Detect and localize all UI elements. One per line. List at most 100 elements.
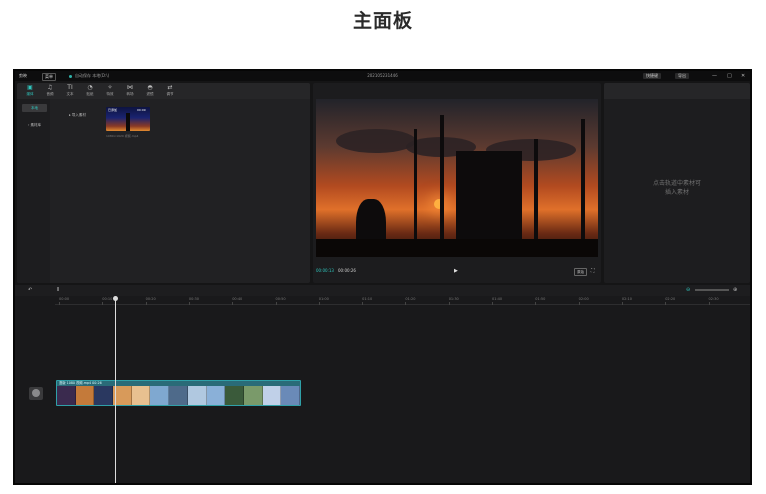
tool-label: 贴纸 (86, 92, 94, 96)
undo-icon[interactable]: ↶ (28, 285, 32, 296)
tower-shape (126, 113, 130, 131)
close-icon[interactable]: ✕ (741, 71, 745, 81)
clip-frame (169, 386, 188, 405)
tool-sticker[interactable]: ◔ 贴纸 (81, 84, 99, 96)
ruler-tick: 02:00 (578, 297, 589, 305)
clip-frame (187, 386, 207, 405)
media-sidebar: 本地 › 素材库 (17, 99, 50, 283)
fullscreen-icon[interactable]: ⛶ (591, 267, 595, 275)
clip-frame (75, 386, 95, 405)
current-time: 00:00:13 (316, 268, 334, 273)
project-title: 202105231446 (367, 73, 398, 78)
ruler-tick: 00:20 (145, 297, 156, 305)
import-button[interactable]: ▸ 导入素材 (69, 113, 86, 118)
transition-icon: ⋈ (127, 84, 133, 91)
ruler-tick: 00:00 (59, 297, 70, 305)
clip-frame (206, 386, 226, 405)
timeline-clip[interactable]: 竖版 1080 视频.mp4 00:26 (56, 380, 301, 406)
tool-label: 特效 (106, 92, 114, 96)
tool-media[interactable]: ▣ 媒体 (21, 84, 39, 96)
tool-audio[interactable]: ♫ 音频 (41, 84, 59, 96)
tool-transition[interactable]: ⋈ 转场 (121, 84, 139, 96)
ruler-tick: 02:20 (665, 297, 676, 305)
tower-shape (581, 119, 585, 257)
tool-label: 调节 (166, 92, 174, 96)
filter-icon: ◓ (147, 84, 153, 91)
empty-message-line: 插入素材 (664, 189, 689, 196)
tool-text[interactable]: TI 文本 (61, 84, 79, 96)
clip-frame (262, 386, 282, 405)
text-icon: TI (67, 84, 73, 91)
clip-frame (243, 386, 263, 405)
properties-header (604, 83, 750, 99)
zoom-in-icon[interactable]: ⊕ (733, 285, 737, 296)
timeline-ruler: 00:00 00:10 00:20 00:30 00:40 00:50 01:00 01:10… (55, 296, 750, 305)
total-time: 00:00:26 (338, 268, 356, 273)
sidebar-item-local[interactable]: 本地 (22, 104, 47, 112)
titlebar: 剪映 菜单 自动保存 本地(D:\) 202105231446 快捷键 导出 —… (15, 71, 750, 81)
timeline-panel: ↶ Ⅱ ⊖ ⊕ 00:00 00:10 00:20 00:30 00:40 00:50 01… (15, 285, 750, 483)
cloud-shape (336, 129, 416, 153)
clip-frame (225, 386, 244, 405)
tool-filter[interactable]: ◓ 滤镜 (141, 84, 159, 96)
media-toolbar: ▣ 媒体 ♫ 音频 TI 文本 ◔ 贴纸 ✧ 特效 ⋈ 转场 ◓ 滤镜 ⇄ 调节 (17, 83, 310, 99)
shortcut-button[interactable]: 快捷键 (643, 73, 661, 79)
media-panel: ▣ 媒体 ♫ 音频 TI 文本 ◔ 贴纸 ✧ 特效 ⋈ 转场 ◓ 滤镜 ⇄ 调节 本地 › 素材… (17, 83, 310, 283)
tool-label: 音频 (46, 92, 54, 96)
ruler-tick: 01:10 (362, 297, 373, 305)
ruler-tick: 01:50 (535, 297, 546, 305)
clip-frame (281, 386, 300, 405)
zoom-slider[interactable] (695, 289, 729, 291)
export-button[interactable]: 导出 (675, 73, 689, 79)
properties-panel: 点击轨道中素材可 插入素材 (604, 83, 750, 283)
page-heading: 主面板 (352, 10, 413, 32)
timeline-toolbar: ↶ Ⅱ ⊖ ⊕ (15, 285, 750, 296)
split-icon[interactable]: Ⅱ (57, 285, 59, 296)
added-badge: 已添加 (108, 108, 118, 112)
ruler-tick: 02:10 (621, 297, 632, 305)
media-thumbnail[interactable]: 已添加 00:09 (106, 107, 150, 131)
play-icon[interactable]: ▶ (454, 267, 458, 275)
thumbnail-duration: 00:09 (137, 108, 146, 112)
clip-frames (57, 386, 300, 405)
clip-frame (131, 386, 151, 405)
playhead-handle[interactable] (113, 296, 118, 301)
tool-label: 滤镜 (146, 92, 154, 96)
thumbnail-caption: 1080×1920 视频.mp4 (106, 134, 139, 138)
ruler-tick: 01:40 (492, 297, 503, 305)
gear-icon (32, 389, 40, 397)
adjust-icon: ⇄ (167, 84, 173, 91)
ruler-tick: 00:30 (188, 297, 199, 305)
effects-icon: ✧ (107, 84, 113, 91)
player-controls: 00:00:13 00:00:26 ▶ 原始 ⛶ (316, 267, 598, 276)
ruler-tick: 02:30 (708, 297, 719, 305)
tower-shape (440, 115, 444, 257)
maximize-icon[interactable]: □ (727, 71, 732, 81)
ruler-tick: 00:10 (102, 297, 113, 305)
ground-shape (316, 239, 598, 257)
tower-shape (414, 129, 417, 257)
zoom-out-icon[interactable]: ⊖ (686, 285, 690, 296)
empty-message-line: 点击轨道中素材可 (652, 180, 701, 187)
sidebar-item-library[interactable]: › 素材库 (22, 121, 47, 129)
media-icon: ▣ (27, 84, 33, 91)
player-panel: 00:00:13 00:00:26 ▶ 原始 ⛶ (313, 83, 601, 283)
tool-effects[interactable]: ✧ 特效 (101, 84, 119, 96)
video-preview[interactable] (316, 99, 598, 257)
ratio-button[interactable]: 原始 (574, 268, 587, 276)
clip-frame (150, 386, 170, 405)
ruler-tick: 00:40 (232, 297, 243, 305)
properties-empty-message: 点击轨道中素材可 插入素材 (604, 179, 750, 197)
ruler-tick: 01:30 (448, 297, 459, 305)
app-window: 剪映 菜单 自动保存 本地(D:\) 202105231446 快捷键 导出 —… (13, 69, 752, 485)
track-header[interactable] (29, 387, 43, 400)
tool-label: 转场 (126, 92, 134, 96)
minimize-icon[interactable]: — (712, 71, 717, 81)
playhead[interactable] (115, 297, 116, 483)
ruler-tick: 01:00 (318, 297, 329, 305)
ruler-tick: 01:20 (405, 297, 416, 305)
tool-label: 媒体 (26, 92, 34, 96)
clip-frame (94, 386, 114, 405)
tool-adjust[interactable]: ⇄ 调节 (161, 84, 179, 96)
ruler-tick: 00:50 (275, 297, 286, 305)
